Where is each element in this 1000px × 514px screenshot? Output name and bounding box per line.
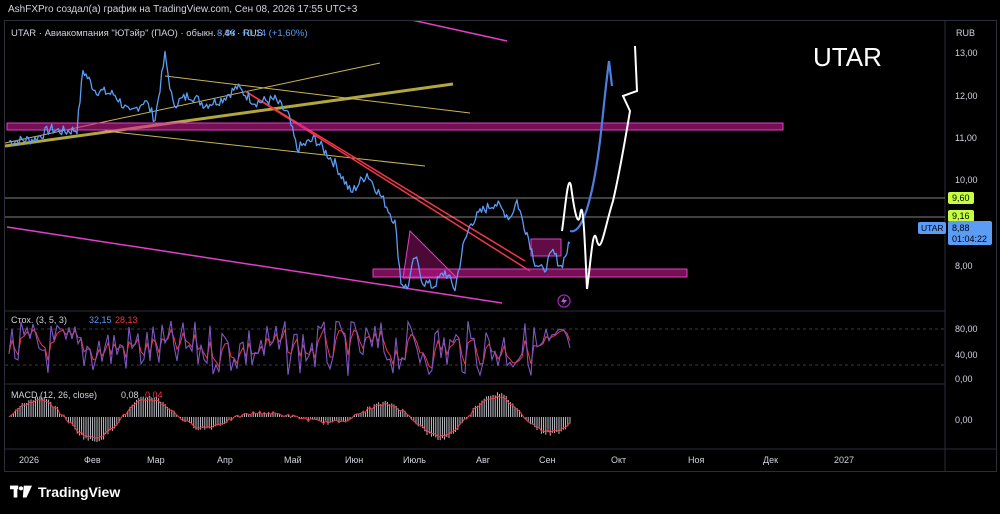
time-tick: Окт [611, 455, 626, 465]
legend-change: +0,14 (+1,60%) [242, 28, 308, 39]
chart-canvas[interactable]: UTAR UTAR · Авиакомпания "ЮТэйр" (ПАО) ·… [4, 12, 996, 471]
price-series-line[interactable] [8, 50, 571, 292]
time-tick: Фев [84, 455, 101, 465]
stochastic-pane[interactable]: Стох. (3, 5, 3) 32,15 28,13 80,00 40,00 … [5, 315, 978, 384]
price-axis[interactable]: RUB 13,00 12,00 11,00 10,00 8,00 9,60 9,… [918, 28, 992, 271]
wedge-thick-line[interactable] [4, 82, 454, 148]
chart-attribution: AshFXPro создал(а) график на TradingView… [8, 4, 358, 15]
time-tick: Ноя [688, 455, 705, 465]
downtrend-line-2[interactable] [244, 90, 526, 262]
stoch-tick: 40,00 [955, 350, 978, 360]
price-tick: 13,00 [955, 48, 978, 58]
time-tick: 2027 [834, 455, 854, 465]
channel-upper-line[interactable] [379, 12, 508, 42]
stoch-k-value: 32,15 [89, 315, 112, 325]
price-tick: 8,00 [955, 261, 973, 271]
macd-value-1: 0,08 [121, 390, 139, 400]
level-badge-916-text: 9,16 [952, 211, 970, 221]
currency-label[interactable]: RUB [956, 28, 975, 38]
brand-name: TradingView [38, 484, 121, 500]
forecast-path-white[interactable] [561, 45, 639, 290]
time-tick: Апр [217, 455, 233, 465]
price-tick: 11,00 [955, 133, 977, 143]
macd-value-2: 0,04 [145, 390, 163, 400]
resistance-zone[interactable] [6, 122, 784, 131]
time-tick: 2026 [19, 455, 39, 465]
price-tick: 12,00 [955, 91, 978, 101]
macd-pane[interactable]: MACD (12, 26, close) 0,08 0,04 0,00 [8, 390, 973, 442]
downtrend-line-1[interactable] [244, 90, 531, 272]
stoch-tick: 80,00 [955, 324, 978, 334]
tradingview-logo-icon [10, 485, 32, 498]
tradingview-brand[interactable]: TradingView [10, 484, 120, 500]
stoch-title[interactable]: Стох. (3, 5, 3) [11, 315, 67, 325]
time-tick: Дек [763, 455, 778, 465]
bar-countdown: 01:04:22 [952, 234, 987, 244]
level-badge-960-text: 9,60 [952, 193, 970, 203]
time-tick: Май [284, 455, 302, 465]
macd-signal-line[interactable] [8, 395, 571, 439]
time-tick: Сен [539, 455, 556, 465]
drawing-layer[interactable] [4, 12, 945, 304]
time-axis[interactable]: 2026 Фев Мар Апр Май Июн Июль Авг Сен Ок… [19, 455, 854, 465]
stoch-d-value: 28,13 [115, 315, 138, 325]
wedge-diagonal-line[interactable] [164, 75, 471, 114]
current-price-value: 8,88 [952, 223, 970, 233]
time-tick: Мар [147, 455, 165, 465]
chart-frame: UTAR UTAR · Авиакомпания "ЮТэйр" (ПАО) ·… [4, 12, 997, 472]
macd-title[interactable]: MACD (12, 26, close) [11, 390, 97, 400]
time-tick: Июн [345, 455, 363, 465]
price-tick: 10,00 [955, 175, 978, 185]
wedge-lower-line[interactable] [104, 130, 426, 167]
symbol-price-tag-text: UTAR [921, 223, 944, 233]
macd-tick: 0,00 [955, 415, 973, 425]
time-tick: Июль [403, 455, 426, 465]
time-tick: Авг [476, 455, 491, 465]
forecast-path-blue[interactable] [569, 60, 614, 233]
legend-price: 8,88 [217, 28, 236, 39]
symbol-legend[interactable]: UTAR · Авиакомпания "ЮТэйр" (ПАО) · обык… [11, 28, 308, 39]
stoch-tick: 0,00 [955, 374, 973, 384]
symbol-watermark: UTAR [813, 42, 882, 72]
